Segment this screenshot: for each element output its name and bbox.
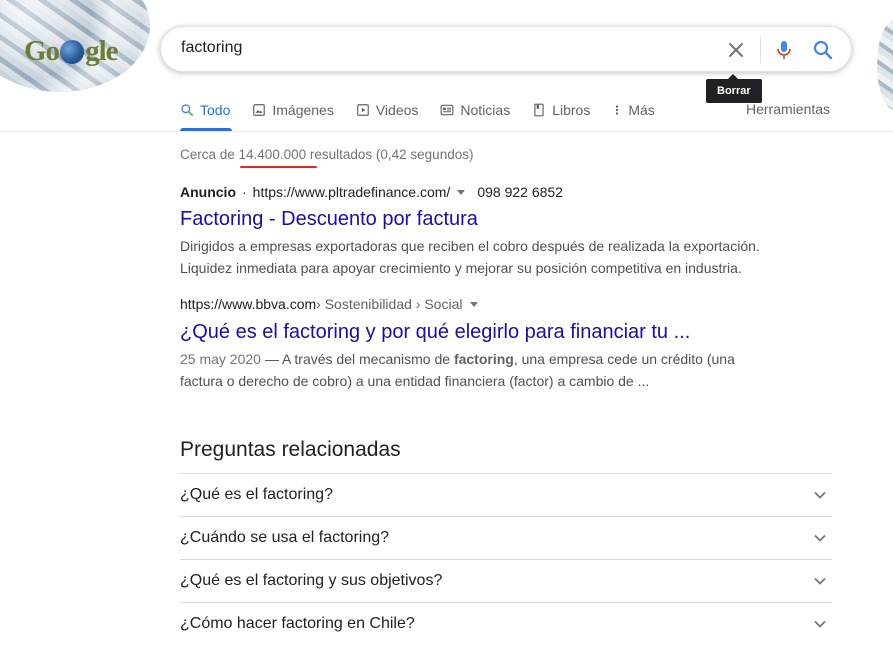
clear-tooltip: Borrar (706, 74, 762, 103)
doodle-logo[interactable]: Go gle (0, 0, 150, 92)
tab-images[interactable]: Imágenes (252, 100, 334, 120)
result-snippet: 25 may 2020 — A través del mecanismo de … (180, 351, 735, 389)
chevron-down-icon (814, 620, 826, 628)
news-icon (440, 104, 454, 116)
search-divider (760, 37, 761, 63)
ad-phone[interactable]: 098 922 6852 (477, 184, 563, 200)
search-tabs: Todo Imágenes Videos Noticias Libros Más (180, 100, 677, 132)
mic-icon[interactable] (772, 38, 796, 62)
video-icon (357, 104, 369, 116)
chevron-down-icon[interactable] (470, 301, 479, 307)
result-stats: Cerca de 14.400.000 resultados (0,42 seg… (180, 147, 474, 162)
tab-books[interactable]: Libros (532, 100, 590, 120)
chevron-down-icon (814, 577, 826, 585)
search-icon[interactable] (811, 38, 835, 62)
chevron-down-icon (814, 534, 826, 542)
book-icon (534, 103, 544, 117)
search-box (160, 26, 852, 72)
related-question[interactable]: ¿Qué es el factoring? (180, 473, 832, 516)
result-count: 14.400.000 (238, 147, 307, 162)
related-question[interactable]: ¿Cómo hacer factoring en Chile? (180, 602, 832, 645)
result-title-link[interactable]: ¿Qué es el factoring y por qué elegirlo … (180, 321, 690, 344)
tools-button[interactable]: Herramientas (746, 101, 830, 117)
search-icon (181, 104, 194, 117)
ad-snippet: Dirigidos a empresas exportadoras que re… (180, 238, 760, 276)
ad-url[interactable]: https://www.pltradefinance.com/ (253, 184, 451, 200)
related-question[interactable]: ¿Qué es el factoring y sus objetivos? (180, 559, 832, 602)
tab-news[interactable]: Noticias (440, 100, 510, 120)
google-logo[interactable]: Go gle (24, 35, 119, 68)
annotation-underline (240, 166, 317, 168)
globe-icon (60, 40, 85, 64)
ad-header: Anuncio · https://www.pltradefinance.com… (180, 184, 563, 200)
chevron-down-icon (814, 491, 826, 499)
ad-label: Anuncio (180, 184, 236, 200)
chevron-down-icon[interactable] (457, 189, 466, 195)
ad-title-link[interactable]: Factoring - Descuento por factura (180, 208, 478, 231)
tab-all[interactable]: Todo (180, 100, 230, 120)
clear-icon[interactable] (724, 38, 748, 62)
result-domain[interactable]: https://www.bbva.com (180, 296, 316, 312)
image-icon (253, 104, 266, 116)
related-question[interactable]: ¿Cuándo se usa el factoring? (180, 516, 832, 559)
related-questions-title: Preguntas relacionadas (180, 438, 401, 461)
doodle-decoration (877, 20, 893, 110)
tab-more[interactable]: Más (612, 100, 655, 120)
tab-videos[interactable]: Videos (356, 100, 418, 120)
result-breadcrumb: › Sostenibilidad › Social (316, 296, 463, 312)
tabs-divider (0, 131, 893, 132)
more-vert-icon (616, 105, 619, 115)
search-input[interactable] (181, 39, 701, 57)
result-cite: https://www.bbva.com › Sostenibilidad › … (180, 296, 490, 312)
